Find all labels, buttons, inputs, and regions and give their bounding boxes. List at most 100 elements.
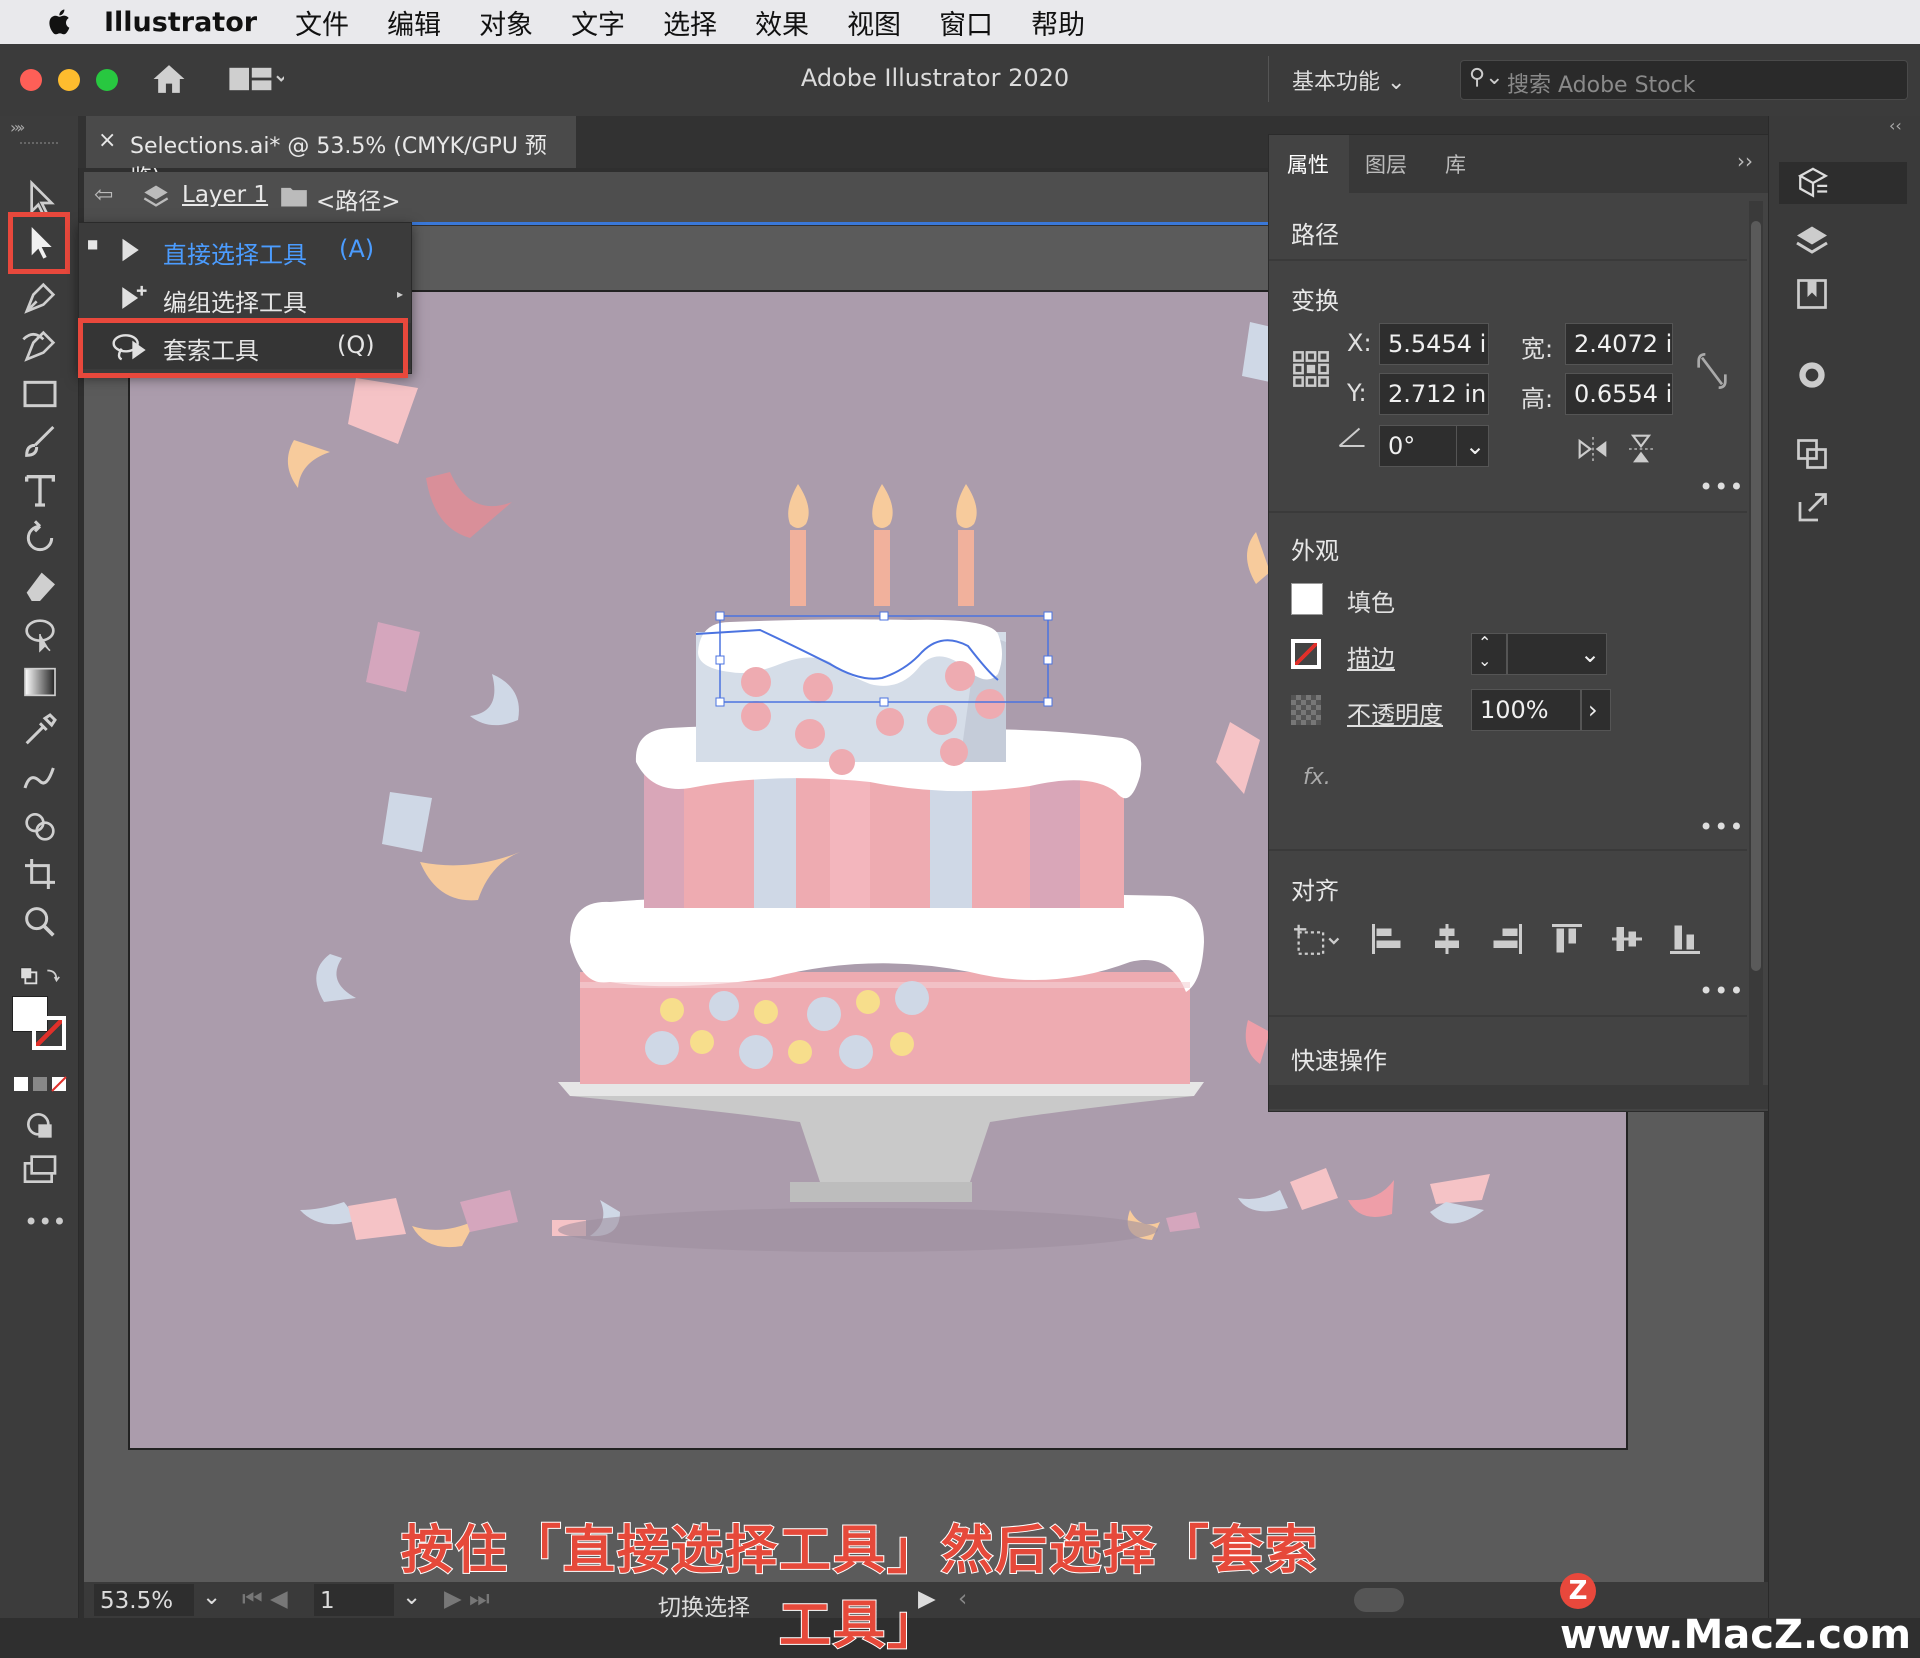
screen-mode-icon[interactable] — [18, 1150, 62, 1190]
direct-selection-tool-icon[interactable] — [18, 222, 62, 262]
paintbrush-tool-icon[interactable] — [18, 422, 62, 462]
app-menu[interactable]: Illustrator — [104, 7, 257, 38]
group-selection-tool-item[interactable]: 编组选择工具 ▸ — [79, 275, 411, 321]
flip-horizontal-icon[interactable] — [1577, 435, 1609, 463]
tab-properties[interactable]: 属性 — [1287, 149, 1329, 179]
gradient-tool-icon[interactable] — [18, 662, 62, 702]
watermark: Z www.MacZ.com — [1560, 1566, 1920, 1658]
home-icon[interactable] — [150, 62, 188, 96]
arrange-documents-icon[interactable] — [228, 64, 284, 94]
menu-object[interactable]: 对象 — [479, 3, 533, 42]
back-arrow-icon[interactable]: ⇦ — [94, 182, 113, 208]
align-to-icon[interactable] — [1291, 923, 1343, 957]
rotation-angle-value: 0° — [1388, 432, 1416, 460]
apple-icon[interactable] — [44, 6, 76, 38]
flip-vertical-icon[interactable] — [1627, 433, 1655, 465]
horizontal-scroll-thumb[interactable] — [1354, 1588, 1404, 1612]
appearance-more-options[interactable]: ••• — [1699, 813, 1744, 841]
layers-panel-icon[interactable] — [1793, 222, 1831, 258]
stroke-color-swatch[interactable] — [32, 1016, 66, 1050]
more-tools-icon[interactable]: ••• — [24, 1208, 66, 1236]
align-left-icon[interactable] — [1369, 921, 1405, 957]
stock-search-input[interactable]: ⚲⌄ 搜索 Adobe Stock — [1460, 60, 1908, 100]
eraser-tool-icon[interactable] — [18, 566, 62, 606]
close-tab-icon[interactable]: × — [98, 128, 116, 153]
transform-more-options[interactable]: ••• — [1699, 473, 1744, 501]
tab-libraries[interactable]: 库 — [1445, 149, 1466, 179]
document-tab[interactable]: × Selections.ai* @ 53.5% (CMYK/GPU 预览) — [86, 116, 576, 191]
height-field[interactable]: 0.6554 ir — [1565, 373, 1673, 415]
chevron-down-icon[interactable]: ⌄ — [1456, 426, 1485, 466]
direct-selection-tool-item[interactable]: ■ 直接选择工具 (A) — [79, 227, 411, 273]
zoom-field[interactable]: 53.5% — [94, 1584, 194, 1616]
symbol-sprayer-tool-icon[interactable] — [18, 806, 62, 846]
color-guide-icon[interactable] — [1793, 356, 1831, 394]
menu-view[interactable]: 视图 — [847, 3, 901, 42]
panel-menu-icon[interactable]: ›› — [1737, 149, 1753, 173]
workspace-switcher[interactable]: 基本功能 ⌄ — [1292, 64, 1405, 96]
puppet-warp-tool-icon[interactable] — [18, 614, 62, 654]
effects-button[interactable]: fx. — [1303, 765, 1331, 790]
align-more-options[interactable]: ••• — [1699, 977, 1744, 1005]
align-horizontal-center-icon[interactable] — [1429, 921, 1465, 957]
swap-fill-stroke-icon[interactable] — [18, 956, 62, 996]
export-icon[interactable] — [1793, 490, 1831, 526]
reference-point-icon[interactable] — [1291, 349, 1331, 389]
menu-effect[interactable]: 效果 — [755, 3, 809, 42]
first-artboard-icon[interactable]: ⏮ ◀ — [242, 1586, 288, 1612]
stroke-label[interactable]: 描边 — [1347, 639, 1395, 674]
curvature-tool-icon[interactable] — [18, 326, 62, 366]
lasso-highlight-box — [78, 318, 408, 378]
stock-search-placeholder: 搜索 Adobe Stock — [1507, 73, 1696, 98]
chevron-right-icon[interactable]: › — [1581, 689, 1611, 731]
chevron-down-icon[interactable]: ⌄ — [1580, 634, 1600, 674]
minimize-window-button[interactable] — [58, 69, 80, 91]
collapse-dock-icon[interactable]: ‹‹ — [1889, 116, 1902, 135]
eyedropper-tool-icon[interactable] — [18, 710, 62, 750]
panel-scrollbar[interactable] — [1749, 201, 1763, 1105]
close-window-button[interactable] — [20, 69, 42, 91]
zoom-window-button[interactable] — [96, 69, 118, 91]
workspace-label: 基本功能 — [1292, 70, 1381, 95]
align-vertical-center-icon[interactable] — [1609, 921, 1645, 957]
pathfinder-icon[interactable] — [1793, 436, 1831, 472]
libraries-panel-icon[interactable] — [1793, 276, 1831, 312]
x-position-field[interactable]: 5.5454 i — [1379, 323, 1489, 365]
align-right-icon[interactable] — [1489, 921, 1525, 957]
color-mode-icons[interactable] — [12, 1064, 68, 1104]
rotation-angle-field[interactable]: 0° ⌄ — [1379, 425, 1489, 467]
group-selection-icon — [122, 285, 147, 309]
align-top-icon[interactable] — [1549, 921, 1585, 957]
zoom-tool-icon[interactable] — [18, 902, 62, 942]
stroke-swatch[interactable] — [1291, 639, 1321, 669]
pen-tool-icon[interactable] — [18, 278, 62, 318]
breadcrumb-layer[interactable]: Layer 1 — [182, 182, 268, 208]
align-bottom-icon[interactable] — [1667, 921, 1703, 957]
stroke-weight-field[interactable]: ⌄ — [1507, 633, 1607, 675]
menu-window[interactable]: 窗口 — [939, 3, 993, 42]
blend-tool-icon[interactable] — [18, 758, 62, 798]
tab-layers[interactable]: 图层 — [1365, 149, 1407, 179]
isolation-breadcrumb: ⇦ Layer 1 <路径> — [84, 172, 1274, 225]
constrain-proportions-icon[interactable] — [1695, 351, 1729, 391]
direct-selection-icon — [122, 238, 139, 262]
y-position-field[interactable]: 2.712 in — [1379, 373, 1489, 415]
width-field[interactable]: 2.4072 ir — [1565, 323, 1673, 365]
menu-edit[interactable]: 编辑 — [387, 3, 441, 42]
fill-swatch[interactable] — [1291, 583, 1323, 615]
draw-mode-icon[interactable] — [18, 1106, 62, 1146]
stroke-weight-stepper[interactable]: ⌃ ⌄ — [1471, 633, 1507, 675]
rotate-tool-icon[interactable] — [18, 518, 62, 558]
menu-file[interactable]: 文件 — [295, 3, 349, 42]
artboard-tool-icon[interactable] — [18, 854, 62, 894]
opacity-label[interactable]: 不透明度 — [1347, 695, 1443, 730]
menu-type[interactable]: 文字 — [571, 3, 625, 42]
menu-select[interactable]: 选择 — [663, 3, 717, 42]
opacity-field[interactable]: 100% — [1471, 689, 1581, 731]
expand-panels-icon[interactable]: ›› — [10, 118, 23, 137]
properties-dock-button[interactable] — [1779, 162, 1907, 204]
menu-help[interactable]: 帮助 — [1031, 3, 1085, 42]
rectangle-tool-icon[interactable] — [18, 374, 62, 414]
type-tool-icon[interactable] — [18, 470, 62, 510]
chevron-down-icon[interactable]: ⌄ — [202, 1584, 221, 1610]
